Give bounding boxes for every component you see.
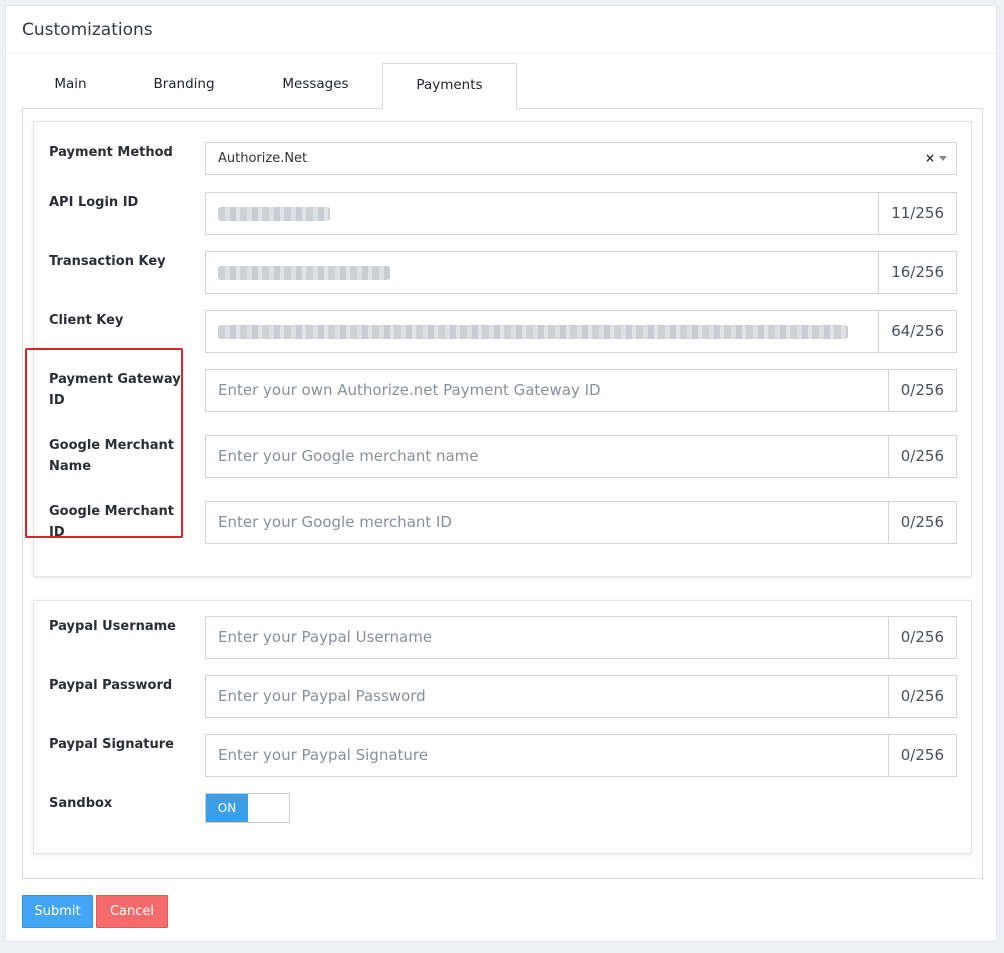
customizations-card: Customizations Main Branding Messages Pa… (5, 5, 997, 942)
transaction-key-field[interactable]: 16/256 (205, 251, 957, 294)
paypal-username-label: Paypal Username (49, 619, 176, 634)
google-merchant-name-label: Google Merchant Name (49, 438, 175, 474)
chevron-down-icon[interactable] (939, 156, 947, 161)
page-title: Customizations (22, 20, 153, 40)
authorize-net-section: Payment Method Authorize.Net × API Login… (33, 121, 972, 577)
sandbox-label: Sandbox (49, 796, 113, 811)
cancel-button[interactable]: Cancel (96, 895, 168, 928)
payments-tab-pane: Payment Method Authorize.Net × API Login… (22, 108, 983, 879)
transaction-key-label: Transaction Key (49, 254, 166, 269)
payment-gateway-id-field[interactable]: Enter your own Authorize.net Payment Gat… (205, 369, 957, 412)
api-login-id-label: API Login ID (49, 195, 139, 210)
sandbox-toggle-state: ON (206, 794, 248, 822)
paypal-signature-field[interactable]: Enter your Paypal Signature 0/256 (205, 734, 957, 777)
paypal-password-input[interactable]: Enter your Paypal Password (206, 676, 888, 717)
tab-payments[interactable]: Payments (382, 63, 517, 109)
google-merchant-name-input[interactable]: Enter your Google merchant name (206, 436, 888, 477)
google-merchant-id-counter: 0/256 (887, 502, 956, 543)
tab-bar: Main Branding Messages Payments (6, 63, 996, 109)
transaction-key-input[interactable] (206, 252, 878, 293)
google-merchant-id-label: Google Merchant ID (49, 504, 175, 540)
clear-icon[interactable]: × (925, 143, 935, 174)
paypal-username-input[interactable]: Enter your Paypal Username (206, 617, 888, 658)
tab-messages[interactable]: Messages (249, 63, 382, 109)
paypal-signature-counter: 0/256 (887, 735, 956, 776)
api-login-id-field[interactable]: 11/256 (205, 192, 957, 235)
transaction-key-counter: 16/256 (878, 252, 956, 293)
redacted-value (218, 324, 848, 339)
google-merchant-name-field[interactable]: Enter your Google merchant name 0/256 (205, 435, 957, 478)
client-key-counter: 64/256 (878, 311, 956, 352)
paypal-password-counter: 0/256 (887, 676, 956, 717)
google-merchant-id-field[interactable]: Enter your Google merchant ID 0/256 (205, 501, 957, 544)
paypal-password-field[interactable]: Enter your Paypal Password 0/256 (205, 675, 957, 718)
tab-branding[interactable]: Branding (119, 63, 249, 109)
paypal-signature-label: Paypal Signature (49, 737, 174, 752)
redacted-value (218, 206, 330, 221)
api-login-id-counter: 11/256 (878, 193, 956, 234)
tab-main[interactable]: Main (22, 63, 119, 109)
payment-method-value: Authorize.Net (218, 151, 308, 166)
paypal-section: Paypal Username Enter your Paypal Userna… (33, 600, 972, 854)
payment-gateway-id-counter: 0/256 (887, 370, 956, 411)
google-merchant-id-input[interactable]: Enter your Google merchant ID (206, 502, 888, 543)
google-merchant-name-counter: 0/256 (887, 436, 956, 477)
payment-gateway-id-input[interactable]: Enter your own Authorize.net Payment Gat… (206, 370, 888, 411)
submit-button[interactable]: Submit (22, 895, 93, 928)
client-key-input[interactable] (206, 311, 878, 352)
payment-method-label: Payment Method (49, 145, 173, 160)
payment-method-select[interactable]: Authorize.Net × (205, 142, 957, 175)
payment-gateway-id-label: Payment Gateway ID (49, 372, 181, 408)
title-divider (6, 52, 996, 53)
client-key-field[interactable]: 64/256 (205, 310, 957, 353)
paypal-username-counter: 0/256 (887, 617, 956, 658)
sandbox-toggle[interactable]: ON (205, 793, 290, 823)
redacted-value (218, 265, 390, 280)
api-login-id-input[interactable] (206, 193, 878, 234)
paypal-username-field[interactable]: Enter your Paypal Username 0/256 (205, 616, 957, 659)
paypal-signature-input[interactable]: Enter your Paypal Signature (206, 735, 888, 776)
paypal-password-label: Paypal Password (49, 678, 173, 693)
client-key-label: Client Key (49, 313, 124, 328)
